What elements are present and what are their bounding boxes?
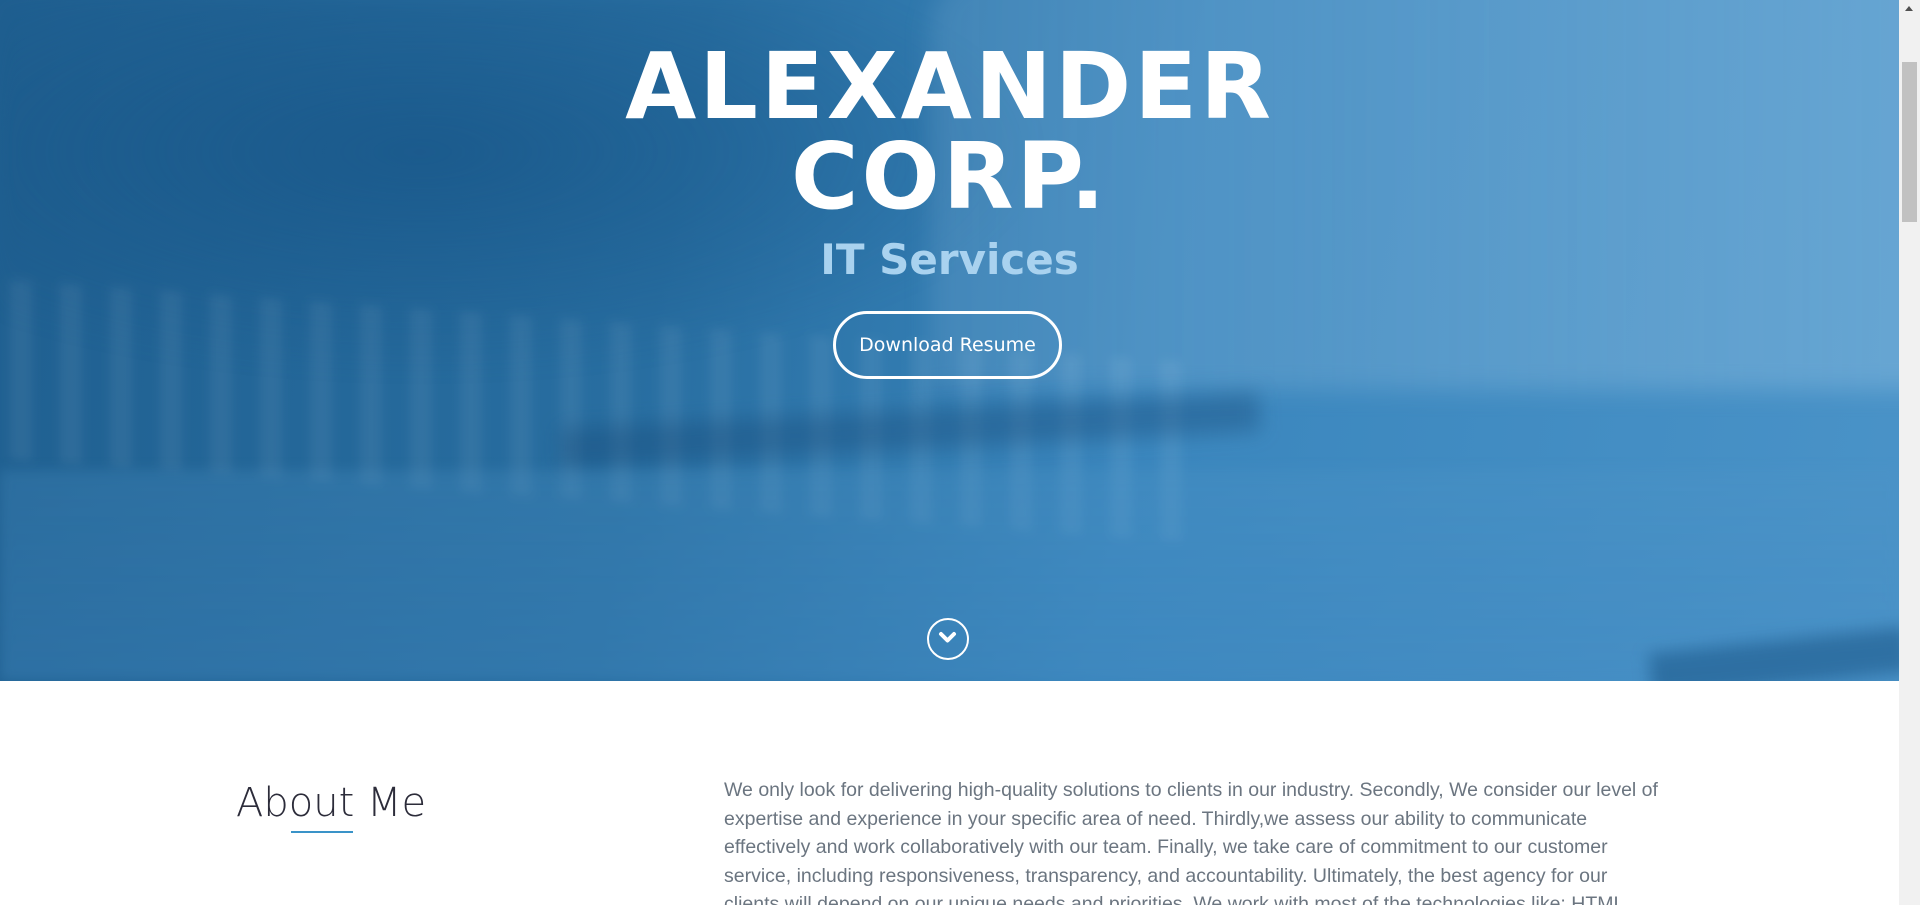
about-heading: About Me	[236, 780, 427, 826]
hero-title-line-2: CORP.	[790, 123, 1109, 230]
hero-title-line-1: ALEXANDER	[625, 33, 1274, 140]
hero-title: ALEXANDER CORP.	[0, 33, 1899, 230]
download-resume-button[interactable]: Download Resume	[833, 311, 1062, 379]
hero-subtitle: IT Services	[820, 235, 1079, 284]
scroll-down-button[interactable]	[927, 618, 969, 660]
page-viewport: ALEXANDER CORP. IT Services Download Res…	[0, 0, 1899, 905]
hero-section: ALEXANDER CORP. IT Services Download Res…	[0, 0, 1899, 681]
scrollbar-thumb[interactable]	[1902, 62, 1917, 222]
vertical-scrollbar[interactable]	[1899, 0, 1920, 905]
about-heading-underline	[291, 831, 353, 833]
chevron-down-icon	[939, 632, 956, 643]
about-body-text: We only look for delivering high-quality…	[724, 779, 1658, 905]
scroll-up-arrow-icon[interactable]	[1899, 0, 1920, 17]
